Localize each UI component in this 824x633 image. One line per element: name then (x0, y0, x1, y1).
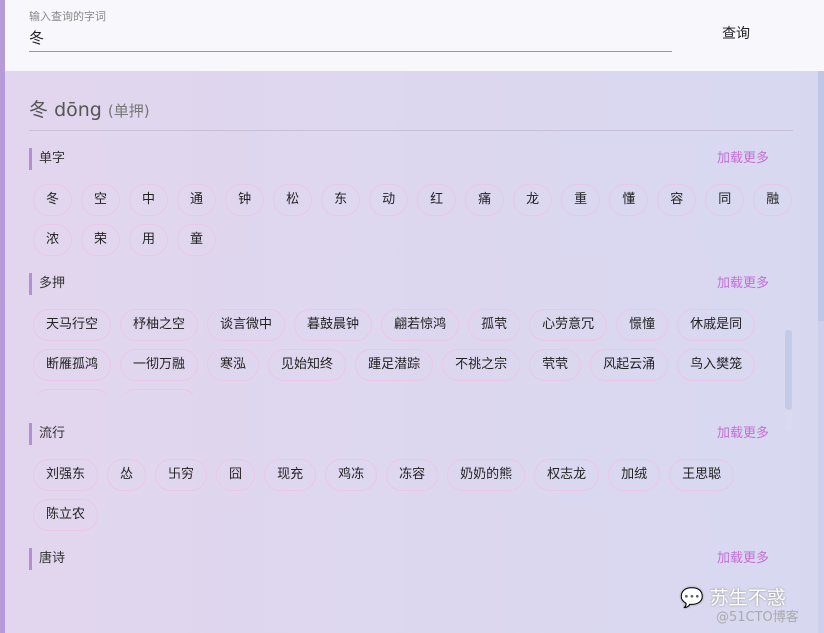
rhyme-chip[interactable]: 怂 (107, 459, 147, 491)
rhyme-chip[interactable]: 卐穷 (155, 459, 208, 491)
result-type: (单押) (107, 102, 150, 120)
result-title: 冬 dōng (单押) (29, 95, 793, 131)
rhyme-chip[interactable]: 鸟入樊笼 (677, 349, 756, 381)
rhyme-chip[interactable]: 孤茕 (468, 309, 521, 341)
rhyme-chip[interactable]: 浓 (33, 224, 73, 256)
rhyme-chip[interactable]: 寒泓 (207, 349, 260, 381)
rhyme-chip[interactable]: 空 (81, 184, 121, 216)
load-more-button[interactable]: 加载更多 (717, 423, 769, 445)
rhyme-chip[interactable]: 荣 (81, 224, 121, 256)
rhyme-chip[interactable]: 情始散终 (120, 389, 199, 395)
rhyme-chip[interactable]: 箭困纸空 (33, 389, 112, 395)
rhyme-chip[interactable]: 囧 (216, 459, 256, 491)
chip-scroll-area: 天马行空 杼柚之空 谈言微中 暮鼓晨钟 翩若惊鸿 孤茕 心劳意冗 憬憧 休戚是同断雁孤鸿 一彻万融… (29, 295, 779, 395)
chip-list: 冬空中通钟松东动红痛龙重懂容同融浓荣用童 (29, 170, 793, 256)
page-scrollbar[interactable] (818, 71, 824, 633)
results: 冬 dōng (单押) 单字 加载更多冬空中通钟松东动红痛龙重懂容同融浓荣用童多… (29, 71, 793, 584)
chip-list (29, 570, 793, 584)
left-accent-strip (0, 0, 5, 633)
section-scrollbar[interactable] (785, 330, 792, 430)
rhyme-chip[interactable]: 加绒 (608, 459, 661, 491)
rhyme-chip[interactable]: 茕茕 (529, 349, 582, 381)
rhyme-chip[interactable]: 通 (177, 184, 217, 216)
section-2: 流行 加载更多刘强东怂卐穷囧现充 鸡冻 冻容 奶奶的熊 权志龙 加绒 王思聪陈立农 (29, 423, 793, 531)
rhyme-chip[interactable]: 杼柚之空 (120, 309, 199, 341)
search-bar: 输入查询的字词 查询 (5, 0, 824, 71)
rhyme-chip[interactable]: 现充 (264, 459, 317, 491)
section-1: 多押 加载更多天马行空 杼柚之空 谈言微中 暮鼓晨钟 翩若惊鸿 孤茕 心劳意冗 憬憧 休戚是同断… (29, 273, 793, 395)
section-0: 单字 加载更多冬空中通钟松东动红痛龙重懂容同融浓荣用童 (29, 148, 793, 256)
load-more-button[interactable]: 加载更多 (717, 548, 769, 570)
rhyme-chip[interactable]: 谈言微中 (207, 309, 286, 341)
section-title: 流行 (29, 423, 793, 445)
chip-list: 天马行空 杼柚之空 谈言微中 暮鼓晨钟 翩若惊鸿 孤茕 心劳意冗 憬憧 休戚是同断雁孤鸿 一彻万融… (29, 295, 779, 395)
rhyme-chip[interactable]: 冬 (33, 184, 73, 216)
rhyme-chip[interactable]: 融 (753, 184, 793, 216)
rhyme-chip[interactable]: 中 (129, 184, 169, 216)
rhyme-chip[interactable]: 王思聪 (669, 459, 735, 491)
search-input[interactable] (29, 24, 672, 52)
rhyme-chip[interactable]: 重 (561, 184, 601, 216)
rhyme-chip[interactable]: 权志龙 (534, 459, 600, 491)
rhyme-chip[interactable]: 钟 (225, 184, 265, 216)
search-label: 输入查询的字词 (29, 10, 106, 23)
rhyme-chip[interactable]: 鸡冻 (325, 459, 378, 491)
rhyme-chip[interactable]: 见始知终 (268, 349, 347, 381)
section-3: 唐诗 加载更多 (29, 548, 793, 584)
chip-list: 刘强东怂卐穷囧现充 鸡冻 冻容 奶奶的熊 权志龙 加绒 王思聪陈立农 (29, 445, 793, 531)
rhyme-chip[interactable]: 一彻万融 (120, 349, 199, 381)
rhyme-chip[interactable]: 龙 (513, 184, 553, 216)
rhyme-chip[interactable]: 红 (417, 184, 457, 216)
rhyme-chip[interactable]: 用 (129, 224, 169, 256)
rhyme-chip[interactable]: 心劳意冗 (529, 309, 608, 341)
search-button[interactable]: 查询 (705, 20, 767, 46)
result-char: 冬 (29, 99, 49, 121)
rhyme-chip[interactable]: 断雁孤鸿 (33, 349, 112, 381)
rhyme-chip[interactable]: 休戚是同 (677, 309, 756, 341)
rhyme-chip[interactable]: 懂 (609, 184, 649, 216)
watermark-sub: @51CTO博客 (716, 610, 799, 625)
rhyme-chip[interactable]: 同 (705, 184, 745, 216)
rhyme-chip[interactable]: 东 (321, 184, 361, 216)
rhyme-chip[interactable]: 翩若惊鸿 (381, 309, 460, 341)
section-title: 多押 (29, 273, 793, 295)
rhyme-chip[interactable]: 容 (657, 184, 697, 216)
rhyme-chip[interactable]: 奶奶的熊 (447, 459, 526, 491)
rhyme-chip[interactable]: 天马行空 (33, 309, 112, 341)
section-title: 单字 (29, 148, 793, 170)
section-title: 唐诗 (29, 548, 793, 570)
rhyme-chip[interactable]: 不祧之宗 (442, 349, 521, 381)
rhyme-chip[interactable]: 暮鼓晨钟 (294, 309, 373, 341)
rhyme-chip[interactable]: 松 (273, 184, 313, 216)
rhyme-chip[interactable]: 冻容 (386, 459, 439, 491)
load-more-button[interactable]: 加载更多 (717, 273, 769, 295)
rhyme-chip[interactable]: 踵足潜踪 (355, 349, 434, 381)
rhyme-chip[interactable]: 童 (177, 224, 217, 256)
rhyme-chip[interactable]: 动 (369, 184, 409, 216)
load-more-button[interactable]: 加载更多 (717, 148, 769, 170)
rhyme-chip[interactable]: 痛 (465, 184, 505, 216)
rhyme-chip[interactable]: 风起云涌 (590, 349, 669, 381)
result-pinyin: dōng (54, 99, 102, 121)
rhyme-chip[interactable]: 憬憧 (616, 309, 669, 341)
rhyme-chip[interactable]: 陈立农 (33, 499, 99, 531)
rhyme-chip[interactable]: 刘强东 (33, 459, 99, 491)
